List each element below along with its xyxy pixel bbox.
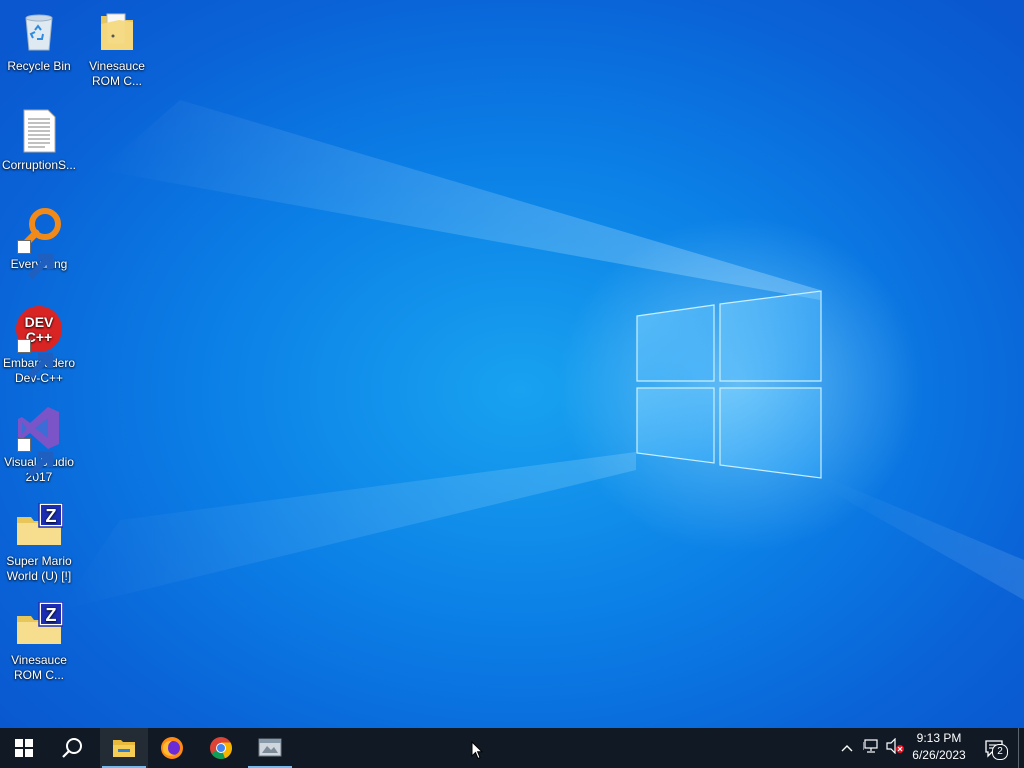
taskbar-file-explorer[interactable]	[100, 728, 148, 768]
taskbar-rom-tool[interactable]	[246, 728, 294, 768]
desktop-icon-label: CorruptionS...	[1, 158, 77, 172]
taskbar: 9:13 PM 6/26/2023 2	[0, 728, 1024, 768]
desktop-icon-visual-studio[interactable]: Visual Studio 2017	[0, 404, 79, 485]
chevron-up-icon	[841, 739, 853, 757]
svg-text:DEV: DEV	[25, 314, 54, 330]
desktop-icon-everything[interactable]: Everything	[0, 206, 79, 280]
show-hidden-icons[interactable]	[836, 728, 858, 768]
notification-icon: 2	[984, 738, 1008, 760]
network-icon	[862, 738, 879, 758]
desktop: Recycle Bin Vinesauce ROM C... Corruptio…	[0, 0, 1024, 728]
desktop-icon-super-mario-world[interactable]: Z Super Mario World (U) [!]	[0, 503, 79, 584]
desktop-icon-label: Recycle Bin	[7, 59, 71, 73]
taskbar-chrome[interactable]	[197, 728, 245, 768]
zip-archive-icon: Z	[15, 602, 63, 650]
search-button[interactable]	[48, 728, 96, 768]
svg-text:Z: Z	[46, 605, 57, 625]
everything-search-icon	[15, 206, 63, 280]
recycle-bin-icon	[15, 8, 63, 56]
svg-text:Z: Z	[46, 506, 57, 526]
action-center-button[interactable]: 2	[980, 728, 1008, 768]
zip-archive-icon: Z	[15, 503, 63, 551]
desktop-icon-label: Vinesauce ROM C...	[11, 653, 67, 682]
clock-time: 9:13 PM	[916, 731, 962, 745]
network-tray[interactable]	[860, 728, 882, 768]
folder-icon	[112, 738, 136, 758]
desktop-icon-dev-cpp[interactable]: DEV C++ Embarcadero Dev-C++	[0, 305, 79, 386]
volume-muted-icon	[885, 737, 905, 759]
desktop-icon-corruption-file[interactable]: CorruptionS...	[0, 107, 79, 173]
desktop-icon-label: Vinesauce ROM C...	[89, 59, 145, 88]
visual-studio-icon	[15, 404, 63, 478]
volume-tray[interactable]	[884, 728, 906, 768]
wallpaper-windows-logo	[60, 100, 1024, 610]
dev-cpp-icon: DEV C++	[15, 305, 63, 379]
clock-date: 6/26/2023	[912, 748, 966, 762]
text-document-icon	[15, 107, 63, 155]
shortcut-arrow-icon	[17, 339, 54, 379]
desktop-icon-vinesauce-zip[interactable]: Z Vinesauce ROM C...	[0, 602, 79, 683]
search-icon	[61, 737, 83, 759]
folder-icon	[93, 8, 141, 56]
shortcut-arrow-icon	[17, 438, 54, 478]
windows-start-icon	[15, 739, 33, 757]
notification-count-badge: 2	[992, 744, 1008, 760]
taskbar-firefox[interactable]	[148, 728, 196, 768]
show-desktop-button[interactable]	[1018, 728, 1024, 768]
app-window-icon	[257, 737, 283, 759]
desktop-icon-vinesauce-folder[interactable]: Vinesauce ROM C...	[77, 8, 157, 89]
firefox-icon	[160, 736, 184, 760]
start-button[interactable]	[0, 728, 48, 768]
desktop-icon-recycle-bin[interactable]: Recycle Bin	[0, 8, 79, 74]
taskbar-clock[interactable]: 9:13 PM 6/26/2023	[906, 730, 972, 766]
chrome-icon	[209, 736, 233, 760]
shortcut-arrow-icon	[17, 240, 54, 280]
mouse-cursor	[471, 740, 484, 765]
desktop-icon-label: Super Mario World (U) [!]	[6, 554, 72, 583]
